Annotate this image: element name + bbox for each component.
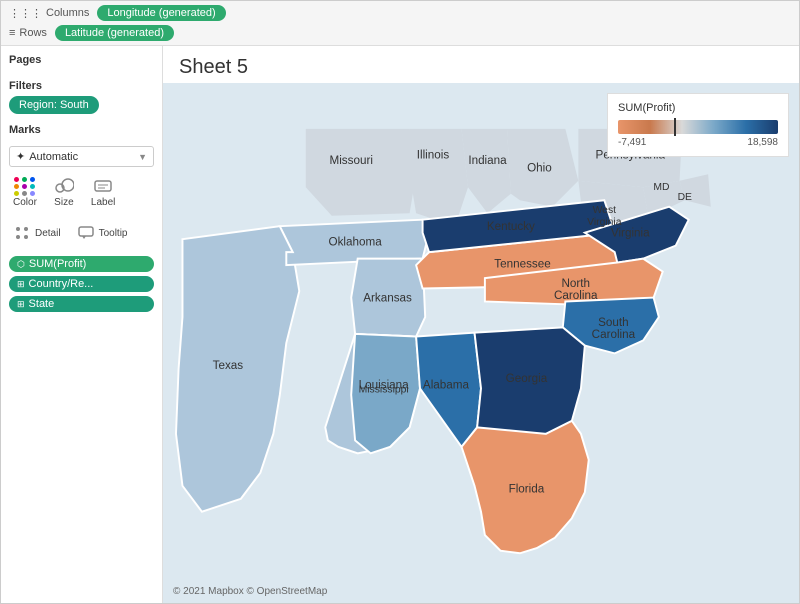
size-label: Size: [54, 197, 73, 208]
sidebar: Pages Filters Region: South Marks ✦ Auto…: [1, 46, 163, 603]
size-icon: [53, 177, 75, 195]
country-region-pill[interactable]: ⊞ Country/Re...: [9, 276, 154, 292]
color-label: Color: [13, 197, 37, 208]
detail-icon: [13, 224, 31, 242]
pages-title: Pages: [9, 54, 154, 66]
map-credit: © 2021 Mapbox © OpenStreetMap: [173, 586, 327, 597]
color-button[interactable]: Color: [9, 173, 41, 212]
profit-legend: SUM(Profit) -7,491 18,598: [607, 93, 789, 157]
marks-icons-row: Color Size: [9, 173, 154, 212]
color-icon: [14, 177, 36, 195]
illinois-state: [410, 129, 468, 226]
detail-label: Detail: [35, 228, 61, 239]
legend-max: 18,598: [747, 137, 778, 148]
dimension-icon: ⊞: [17, 279, 25, 290]
arkansas-state: [351, 259, 425, 337]
size-button[interactable]: Size: [49, 173, 79, 212]
columns-icon: ⋮⋮⋮: [9, 7, 42, 20]
missouri-state: [306, 129, 416, 216]
dimension-icon2: ⊞: [17, 299, 25, 310]
legend-marker: [674, 118, 676, 136]
rows-row: ≡ Rows Latitude (generated): [9, 25, 791, 41]
legend-title: SUM(Profit): [618, 102, 778, 114]
region-filter-pill[interactable]: Region: South: [9, 96, 99, 114]
content-area: Pages Filters Region: South Marks ✦ Auto…: [1, 46, 799, 603]
legend-min: -7,491: [618, 137, 646, 148]
marks-type-label: Automatic: [29, 151, 78, 163]
rows-text: Rows: [19, 27, 47, 39]
rows-label: ≡ Rows: [9, 27, 47, 39]
main-view: Sheet 5: [163, 46, 799, 603]
field-pills: ⬡ SUM(Profit) ⊞ Country/Re... ⊞ State: [9, 256, 154, 312]
columns-row: ⋮⋮⋮ Columns Longitude (generated): [9, 5, 791, 21]
label-button[interactable]: Label: [87, 173, 119, 212]
label-icon: [92, 177, 114, 195]
map-area[interactable]: Texas Oklahoma Arkansas Louisiana Missis…: [163, 83, 799, 603]
marks-detail-row: Detail Tooltip: [9, 220, 154, 246]
tooltip-icon: [77, 224, 95, 242]
marks-title: Marks: [9, 124, 154, 136]
map-svg: Texas Oklahoma Arkansas Louisiana Missis…: [163, 83, 799, 603]
longitude-pill[interactable]: Longitude (generated): [97, 5, 225, 21]
columns-text: Columns: [46, 7, 89, 19]
detail-button[interactable]: Detail: [9, 220, 65, 246]
state-label: State: [29, 298, 55, 310]
measure-icon: ⬡: [17, 259, 25, 270]
toolbar: ⋮⋮⋮ Columns Longitude (generated) ≡ Rows…: [1, 1, 799, 46]
pages-section: Pages: [9, 54, 154, 70]
rows-icon: ≡: [9, 27, 15, 39]
label-label: Label: [91, 197, 115, 208]
sum-profit-pill[interactable]: ⬡ SUM(Profit): [9, 256, 154, 272]
state-pill[interactable]: ⊞ State: [9, 296, 154, 312]
filters-section: Filters Region: South: [9, 80, 154, 114]
sum-profit-label: SUM(Profit): [29, 258, 86, 270]
chevron-down-icon: ▼: [138, 152, 147, 162]
marks-section: Marks ✦ Automatic ▼: [9, 124, 154, 312]
tooltip-label: Tooltip: [99, 228, 128, 239]
legend-labels: -7,491 18,598: [618, 137, 778, 148]
filters-title: Filters: [9, 80, 154, 92]
columns-label: ⋮⋮⋮ Columns: [9, 7, 89, 20]
marks-type-dropdown[interactable]: ✦ Automatic ▼: [9, 146, 154, 167]
sheet-title: Sheet 5: [163, 46, 799, 83]
tooltip-button[interactable]: Tooltip: [73, 220, 132, 246]
country-region-label: Country/Re...: [29, 278, 94, 290]
marks-type-icon: ✦: [16, 150, 25, 163]
latitude-pill[interactable]: Latitude (generated): [55, 25, 174, 41]
legend-gradient: [618, 120, 778, 134]
